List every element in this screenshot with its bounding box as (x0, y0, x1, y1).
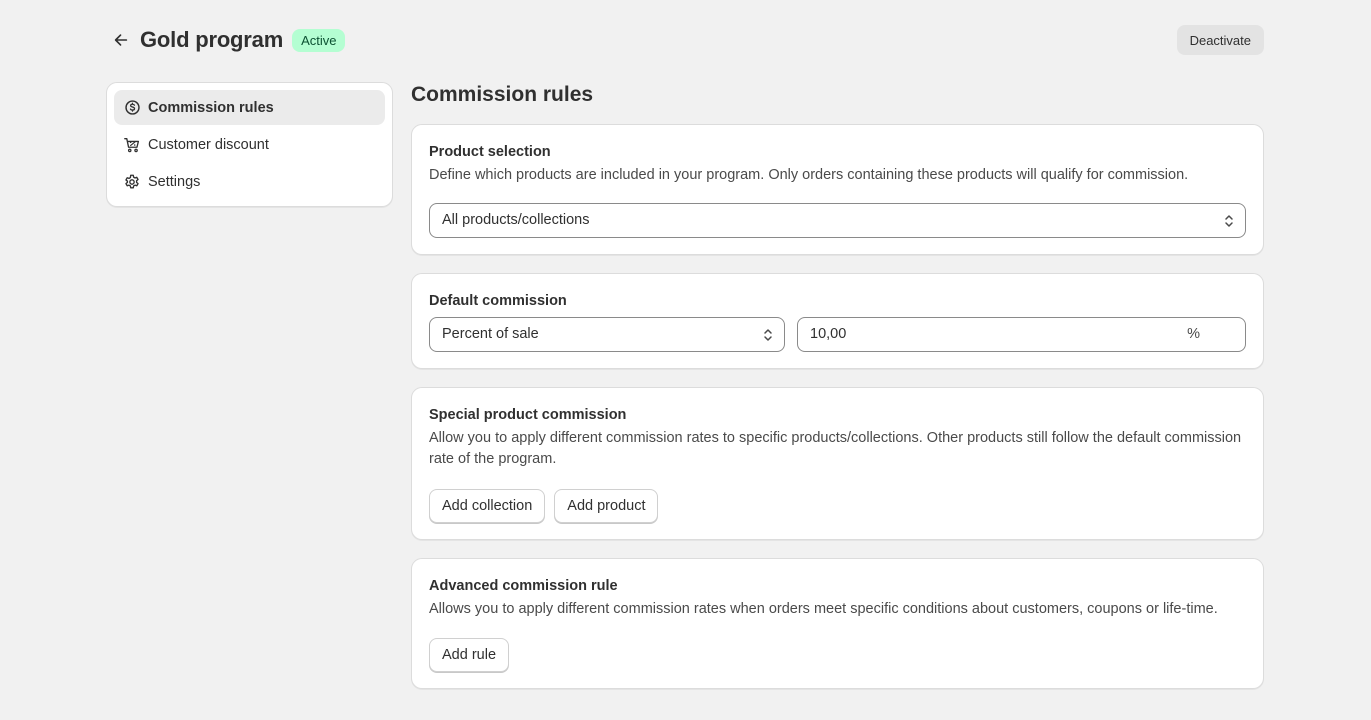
card-description: Define which products are included in yo… (429, 167, 1189, 183)
card-description: Allow you to apply different commission … (429, 429, 1242, 468)
card-title: Default commission (429, 292, 567, 309)
sidebar-item-settings[interactable]: Settings (114, 164, 385, 199)
default-commission-card: Default commission Percent of sale 10,00… (411, 272, 1264, 369)
cart-discount-icon (123, 136, 141, 154)
product-selection-select[interactable]: All products/collections (429, 202, 1246, 238)
select-value: All products/collections (442, 212, 590, 228)
status-badge: Active (292, 28, 346, 52)
sidebar-item-label: Commission rules (148, 99, 274, 116)
select-chevrons-icon (1225, 214, 1233, 227)
percent-suffix: % (1187, 326, 1200, 342)
sidebar-item-label: Settings (148, 173, 201, 190)
card-title: Advanced commission rule (429, 577, 618, 594)
page-header: Gold program Active Deactivate (108, 25, 1264, 55)
deactivate-button[interactable]: Deactivate (1176, 25, 1264, 55)
card-title: Product selection (429, 144, 551, 160)
commission-type-select[interactable]: Percent of sale (429, 316, 785, 352)
sidebar-item-label: Customer discount (148, 136, 269, 153)
select-chevrons-icon (764, 328, 772, 341)
add-rule-button[interactable]: Add rule (429, 638, 510, 672)
input-value: 10,00 (810, 326, 847, 342)
sidebar-item-commission-rules[interactable]: Commission rules (114, 90, 385, 125)
main-content: Commission rules Product selection Defin… (411, 80, 1264, 707)
add-collection-button[interactable]: Add collection (429, 488, 546, 523)
sidebar-item-customer-discount[interactable]: Customer discount (114, 127, 385, 162)
card-title: Special product commission (429, 406, 627, 423)
product-selection-card: Product selection Define which products … (411, 124, 1264, 255)
advanced-rule-card: Advanced commission rule Allows you to a… (411, 557, 1264, 689)
commission-rate-input[interactable]: 10,00 % (797, 316, 1246, 352)
special-commission-card: Special product commission Allow you to … (411, 386, 1264, 540)
arrow-left-icon (114, 34, 128, 46)
page-title: Gold program (140, 27, 284, 52)
back-button[interactable] (108, 27, 134, 53)
dollar-circle-icon (123, 99, 141, 117)
sidebar-nav: Commission rules Customer discount Setti… (106, 82, 393, 207)
card-description: Allows you to apply different commission… (429, 600, 1218, 617)
section-title: Commission rules (411, 83, 594, 106)
add-product-button[interactable]: Add product (554, 488, 659, 523)
page: Gold program Active Deactivate Commissio… (0, 0, 1371, 720)
select-value: Percent of sale (442, 326, 539, 342)
gear-icon (123, 173, 141, 191)
